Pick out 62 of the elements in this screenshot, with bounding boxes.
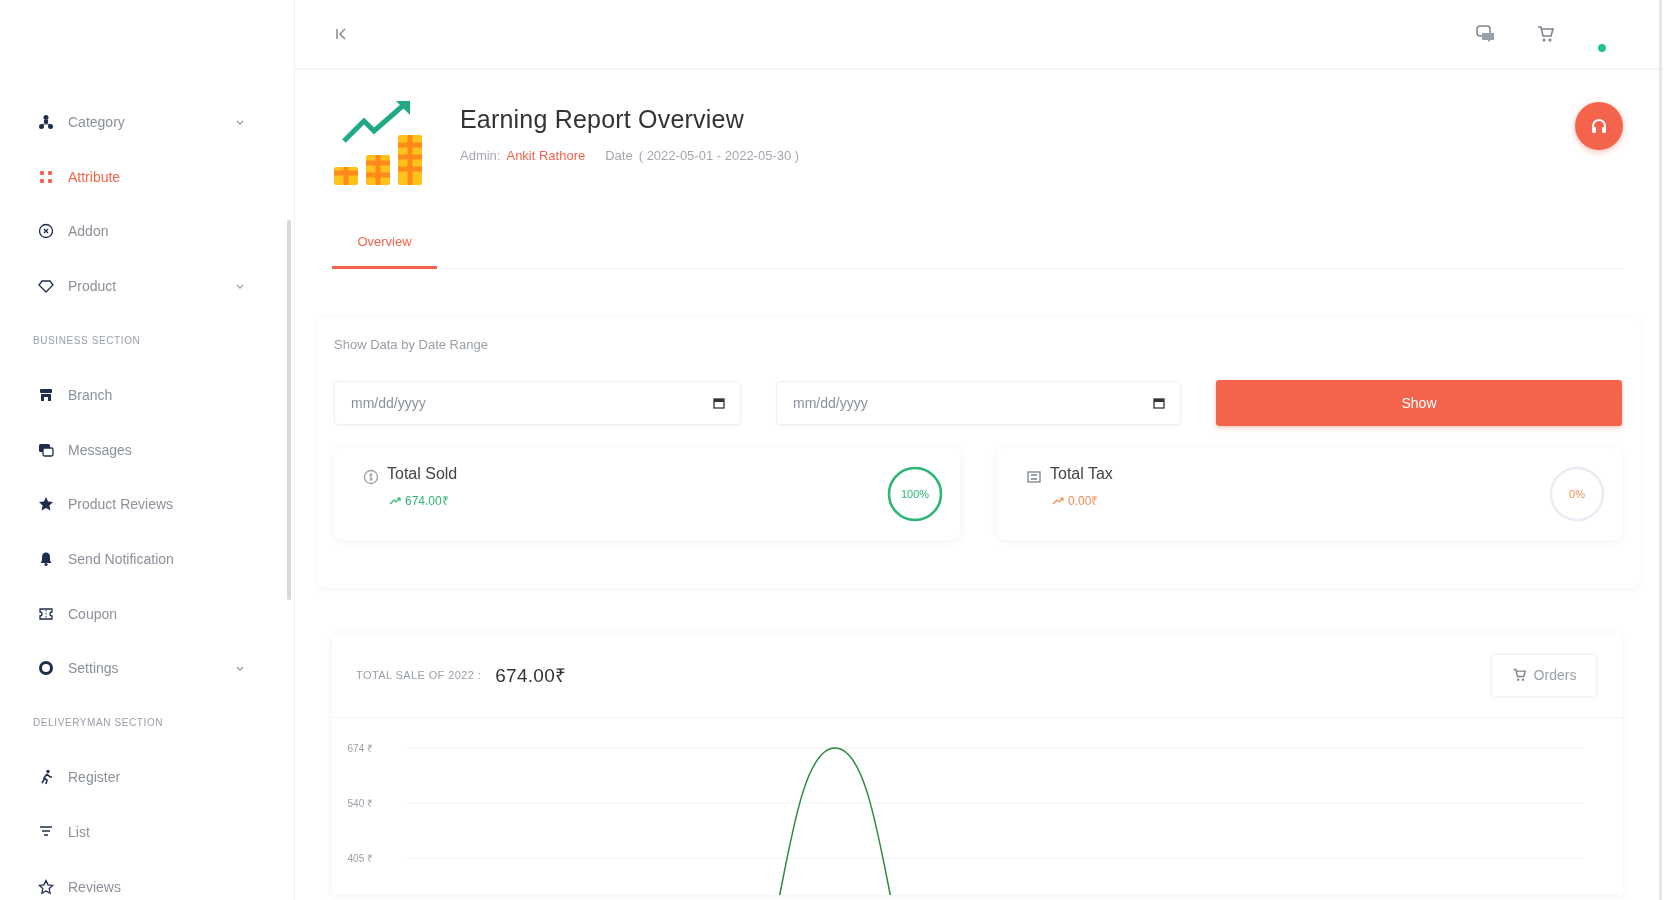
section-heading: BUSINESS SECTION	[33, 335, 141, 347]
circle-x-icon	[38, 223, 54, 240]
sidebar-item[interactable]: Coupon	[0, 586, 294, 641]
ring-percent: 100%	[900, 488, 930, 500]
axis-tick-label: 674 ₹	[347, 743, 373, 754]
scrollbar-thumb[interactable]	[287, 220, 291, 600]
stat-label: Total Sold	[387, 465, 458, 483]
orders-button[interactable]: Orders	[1491, 653, 1597, 697]
show-button[interactable]: Show	[1216, 380, 1622, 426]
sidebar-item[interactable]: Category	[0, 95, 294, 150]
grid-icon	[38, 168, 54, 185]
diamond-icon	[38, 278, 54, 295]
date-field[interactable]: mm/dd/yyyy	[334, 381, 741, 425]
sidebar-item[interactable]: Product	[0, 258, 294, 314]
headset-button[interactable]	[1575, 102, 1623, 150]
sidebar-item[interactable]: Register	[0, 750, 294, 805]
admin-name: Ankit Rathore	[506, 148, 586, 163]
admin-label: Admin:	[460, 148, 501, 163]
sidebar-item[interactable]: Product Reviews	[0, 477, 294, 532]
headset-icon	[1590, 117, 1608, 135]
sidebar-item[interactable]: Attribute	[0, 149, 294, 205]
axis-tick-label: 540 ₹	[347, 798, 373, 809]
sidebar-item[interactable]: Branch	[0, 367, 294, 423]
stat-value: 674.00₹	[405, 493, 449, 509]
calendar-icon	[1153, 397, 1165, 409]
ring-percent: 0%	[1569, 488, 1585, 500]
cart-icon	[1511, 668, 1526, 682]
sidebar-item[interactable]: Send Notification	[0, 531, 294, 587]
sidebar-item[interactable]: Settings	[0, 640, 294, 696]
sidebar-item[interactable]: Addon	[0, 204, 294, 259]
star-outline-icon	[38, 878, 54, 895]
sidebar-item[interactable]: Messages	[0, 422, 294, 478]
cart-icon[interactable]	[1536, 25, 1554, 43]
page-title: Earning Report Overview	[460, 105, 745, 134]
date-field[interactable]: mm/dd/yyyy	[776, 381, 1181, 425]
trend-up-icon	[1052, 496, 1064, 505]
bell-icon	[38, 551, 54, 568]
date-label: Date	[605, 148, 633, 163]
stat-value: 0.00₹	[1068, 493, 1099, 509]
sidebar-item[interactable]: Reviews	[0, 859, 294, 900]
chat-icon	[38, 441, 54, 458]
collapse-icon[interactable]	[335, 28, 347, 40]
chart-label: TOTAL SALE OF 2022 :	[356, 669, 482, 681]
status-dot	[1598, 44, 1606, 52]
tab[interactable]: Overview	[332, 217, 437, 269]
star-icon	[38, 496, 54, 513]
calendar-icon	[713, 397, 725, 409]
receipt-icon	[1026, 469, 1042, 485]
date-range: ( 2022-05-01 - 2022-05-30 )	[638, 148, 800, 163]
progress-ring	[886, 465, 944, 523]
runner-icon	[38, 769, 54, 786]
chat-icon[interactable]	[1476, 25, 1496, 43]
trend-up-icon	[389, 496, 401, 505]
axis-tick-label: 405 ₹	[347, 853, 373, 864]
sale-total: 674.00₹	[495, 664, 567, 688]
stat-label: Total Tax	[1050, 465, 1113, 483]
ticket-icon	[38, 605, 54, 622]
filter-label: Show Data by Date Range	[334, 337, 489, 352]
sidebar-item[interactable]: List	[0, 804, 294, 860]
store-icon	[38, 387, 54, 404]
category-icon	[38, 114, 54, 131]
section-heading: DELIVERYMAN SECTION	[33, 717, 164, 729]
